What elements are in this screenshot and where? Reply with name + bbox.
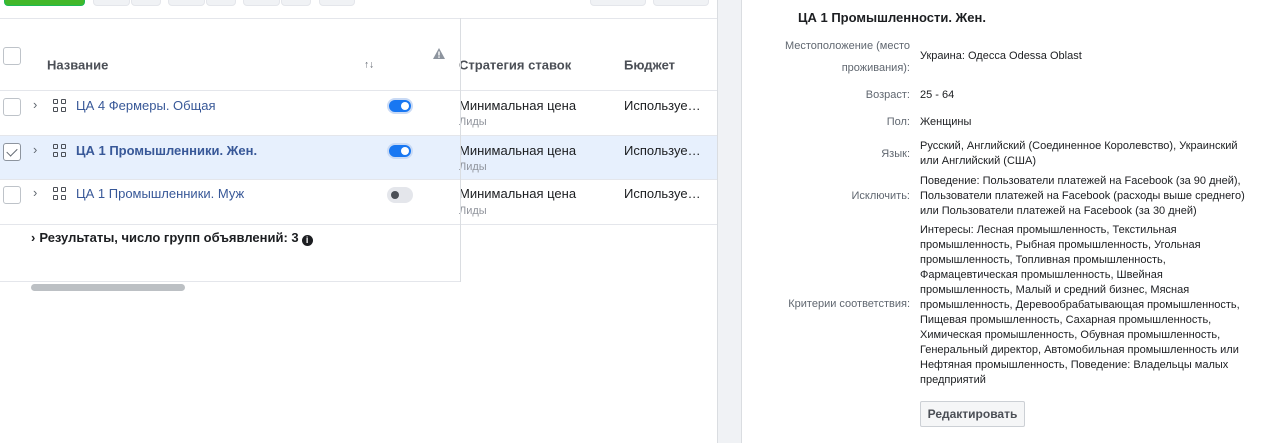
language-label: Язык: [881, 148, 910, 160]
expand-chevron-icon[interactable]: › [33, 97, 37, 112]
expand-chevron-icon[interactable]: › [33, 185, 37, 200]
gender-label: Пол: [886, 116, 910, 128]
select-all-checkbox[interactable] [3, 47, 21, 65]
ad-set-name-link[interactable]: ЦА 1 Промышленники. Жен. [76, 143, 257, 158]
toolbar-button[interactable] [131, 0, 161, 6]
table-row[interactable]: › ЦА 1 Промышленники. Муж Минимальная це… [0, 180, 717, 225]
optimization-goal: Лиды [459, 205, 487, 217]
language-value: Русский, Английский (Соединенное Королев… [920, 140, 1238, 167]
age-label: Возраст: [865, 89, 910, 101]
ad-set-toggle[interactable] [387, 143, 413, 159]
location-value: Украина: Одесса Odessa Oblast [920, 50, 1082, 62]
column-header-budget[interactable]: Бюджет [624, 58, 675, 73]
info-icon[interactable]: i [301, 235, 313, 246]
exclude-value: Поведение: Пользователи платежей на Face… [920, 175, 1245, 217]
ad-set-toggle[interactable] [387, 98, 413, 114]
column-header-strategy[interactable]: Стратегия ставок [459, 58, 571, 73]
toolbar-button[interactable] [243, 0, 280, 6]
divider [717, 0, 718, 443]
table-row[interactable]: › ЦА 4 Фермеры. Общая Минимальная цена Л… [0, 91, 717, 136]
age-value: 25 - 64 [920, 89, 955, 101]
gender-value: Женщины [920, 116, 972, 128]
summary-chevron-icon[interactable]: › [31, 230, 35, 245]
row-checkbox[interactable] [3, 98, 21, 116]
ad-set-grid-icon [53, 144, 67, 158]
optimization-goal: Лиды [459, 116, 487, 128]
summary-text: Результаты, число групп объявлений: 3 [39, 230, 299, 245]
ad-sets-table-panel: Название ↑↓ Стратегия ставок Бюджет › ЦА… [0, 0, 717, 443]
row-checkbox[interactable] [3, 143, 21, 161]
exclude-label: Исключить: [851, 190, 910, 202]
criteria-label: Критерии соответствия: [788, 298, 910, 310]
divider [0, 281, 460, 282]
table-row[interactable]: › ЦА 1 Промышленники. Жен. Минимальная ц… [0, 136, 717, 180]
toolbar-button[interactable] [590, 0, 646, 6]
expand-chevron-icon[interactable]: › [33, 142, 37, 157]
row-checkbox[interactable] [3, 186, 21, 204]
toolbar-button[interactable] [168, 0, 205, 6]
audience-detail-panel: ЦА 1 Промышленности. Жен. Местоположение… [742, 0, 1280, 443]
toolbar-button[interactable] [319, 0, 355, 6]
budget-value: Используе… [624, 186, 701, 201]
bid-strategy: Минимальная цена [459, 186, 577, 201]
horizontal-scrollbar[interactable] [31, 284, 185, 291]
panel-gutter [717, 0, 742, 443]
budget-value: Используе… [624, 143, 701, 158]
warning-icon [433, 48, 445, 59]
create-button[interactable] [4, 0, 85, 6]
toolbar-button[interactable] [653, 0, 709, 6]
ad-set-toggle[interactable] [387, 187, 413, 203]
results-summary: › Результаты, число групп объявлений: 3i [31, 230, 313, 246]
toolbar-button[interactable] [281, 0, 311, 6]
optimization-goal: Лиды [459, 161, 487, 173]
ad-set-name-link[interactable]: ЦА 1 Промышленники. Муж [76, 186, 244, 201]
criteria-value: Интересы: Лесная промышленность, Текстил… [920, 224, 1240, 386]
ad-set-grid-icon [53, 187, 67, 201]
table-header: Название ↑↓ Стратегия ставок Бюджет [0, 18, 717, 91]
ad-set-grid-icon [53, 99, 67, 113]
bid-strategy: Минимальная цена [459, 98, 577, 113]
ad-set-title: ЦА 1 Промышленности. Жен. [798, 10, 986, 25]
edit-button[interactable]: Редактировать [920, 401, 1025, 427]
ad-set-name-link[interactable]: ЦА 4 Фермеры. Общая [76, 98, 216, 113]
location-label: Местоположение (место проживания): [784, 40, 910, 74]
toolbar-button[interactable] [206, 0, 236, 6]
column-header-name[interactable]: Название [47, 58, 108, 73]
sort-icon[interactable]: ↑↓ [364, 60, 374, 71]
budget-value: Используе… [624, 98, 701, 113]
bid-strategy: Минимальная цена [459, 143, 577, 158]
frozen-column-divider [460, 18, 461, 282]
toolbar-button[interactable] [93, 0, 130, 6]
